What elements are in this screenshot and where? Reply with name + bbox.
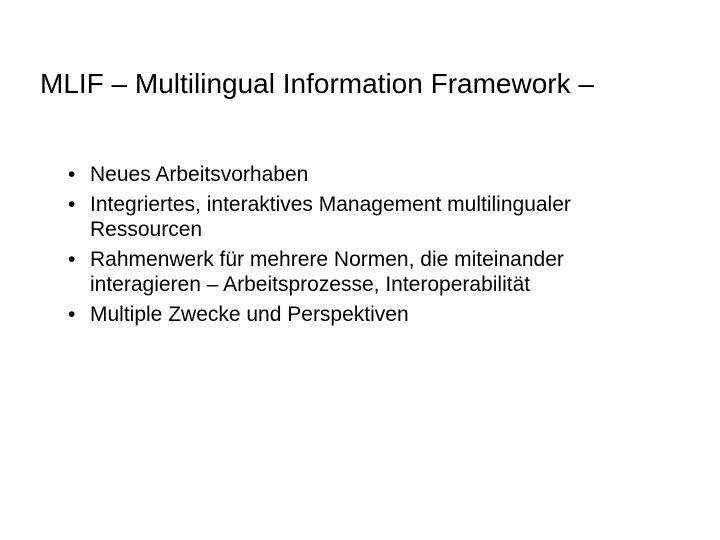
bullet-list: Neues Arbeitsvorhaben Integriertes, inte… [40,162,680,328]
list-item: Neues Arbeitsvorhaben [68,162,680,188]
list-item: Rahmenwerk für mehrere Normen, die mitei… [68,247,680,298]
list-item: Multiple Zwecke und Perspektiven [68,302,680,328]
slide-title: MLIF – Multilingual Information Framewor… [40,68,680,100]
list-item: Integriertes, interaktives Management mu… [68,192,680,243]
slide-container: MLIF – Multilingual Information Framewor… [0,0,720,540]
